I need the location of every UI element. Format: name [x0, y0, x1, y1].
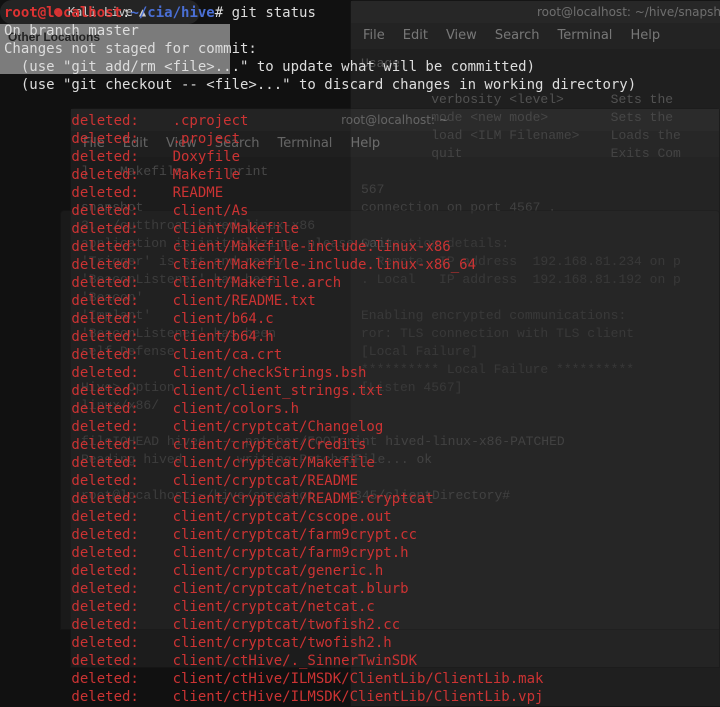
deleted-entry: deleted: client/cryptcat/farm9crypt.h — [4, 545, 409, 561]
deleted-entry: deleted: client/Makefile.arch — [4, 275, 341, 291]
deleted-entry: deleted: client/cryptcat/README — [4, 473, 358, 489]
status-line: (use "git checkout -- <file>..." to disc… — [4, 77, 636, 93]
deleted-entry: deleted: README — [4, 185, 223, 201]
deleted-entry: deleted: client/cryptcat/cscope.out — [4, 509, 392, 525]
command-text: git status — [232, 5, 316, 21]
prompt-path: ~/cia/hive — [130, 5, 214, 21]
status-line: On branch master — [4, 23, 139, 39]
deleted-entry: deleted: client/Makefile-include.linux-x… — [4, 257, 476, 273]
deleted-entry: deleted: client/As — [4, 203, 248, 219]
deleted-entry: deleted: client/cryptcat/generic.h — [4, 563, 383, 579]
prompt-user-host: root@localhost — [4, 5, 122, 21]
deleted-entry: deleted: client/cryptcat/README.cryptcat — [4, 491, 434, 507]
foreground-terminal[interactable]: root@localhost:~/cia/hive# git status On… — [0, 0, 720, 707]
deleted-entry: deleted: client/ctHive/._SinnerTwinSDK — [4, 653, 417, 669]
deleted-entry: deleted: client/cryptcat/netcat.c — [4, 599, 375, 615]
deleted-entry: deleted: client/README.txt — [4, 293, 316, 309]
prompt-hash: # — [215, 5, 232, 21]
deleted-entry: deleted: client/cryptcat/farm9crypt.cc — [4, 527, 417, 543]
deleted-entry: deleted: .cproject — [4, 113, 248, 129]
deleted-entry: deleted: client/ca.crt — [4, 347, 282, 363]
deleted-entry: deleted: Makefile — [4, 167, 240, 183]
deleted-entry: deleted: Doxyfile — [4, 149, 240, 165]
deleted-entry: deleted: client/cryptcat/Changelog — [4, 419, 383, 435]
deleted-entry: deleted: .project — [4, 131, 240, 147]
deleted-entry: deleted: client/checkStrings.bsh — [4, 365, 366, 381]
deleted-entry: deleted: client/Makefile-include.linux-x… — [4, 239, 451, 255]
deleted-entry: deleted: client/cryptcat/netcat.blurb — [4, 581, 409, 597]
deleted-entry: deleted: client/ctHive/ILMSDK/ClientLib/… — [4, 671, 543, 687]
deleted-entry: deleted: client/b64.h — [4, 329, 274, 345]
status-line: (use "git add/rm <file>..." to update wh… — [4, 59, 535, 75]
deleted-entry: deleted: client/b64.c — [4, 311, 274, 327]
deleted-entry: deleted: client/ctHive/ILMSDK/ClientLib/… — [4, 689, 543, 705]
deleted-entry: deleted: client/Makefile — [4, 221, 299, 237]
deleted-entry: deleted: client/cryptcat/twofish2.cc — [4, 617, 400, 633]
deleted-entry: deleted: client/client_strings.txt — [4, 383, 383, 399]
deleted-entry: deleted: client/cryptcat/Makefile — [4, 455, 375, 471]
deleted-entry: deleted: client/cryptcat/Credits — [4, 437, 366, 453]
status-line: Changes not staged for commit: — [4, 41, 257, 57]
deleted-entry: deleted: client/colors.h — [4, 401, 299, 417]
deleted-entry: deleted: client/cryptcat/twofish2.h — [4, 635, 392, 651]
